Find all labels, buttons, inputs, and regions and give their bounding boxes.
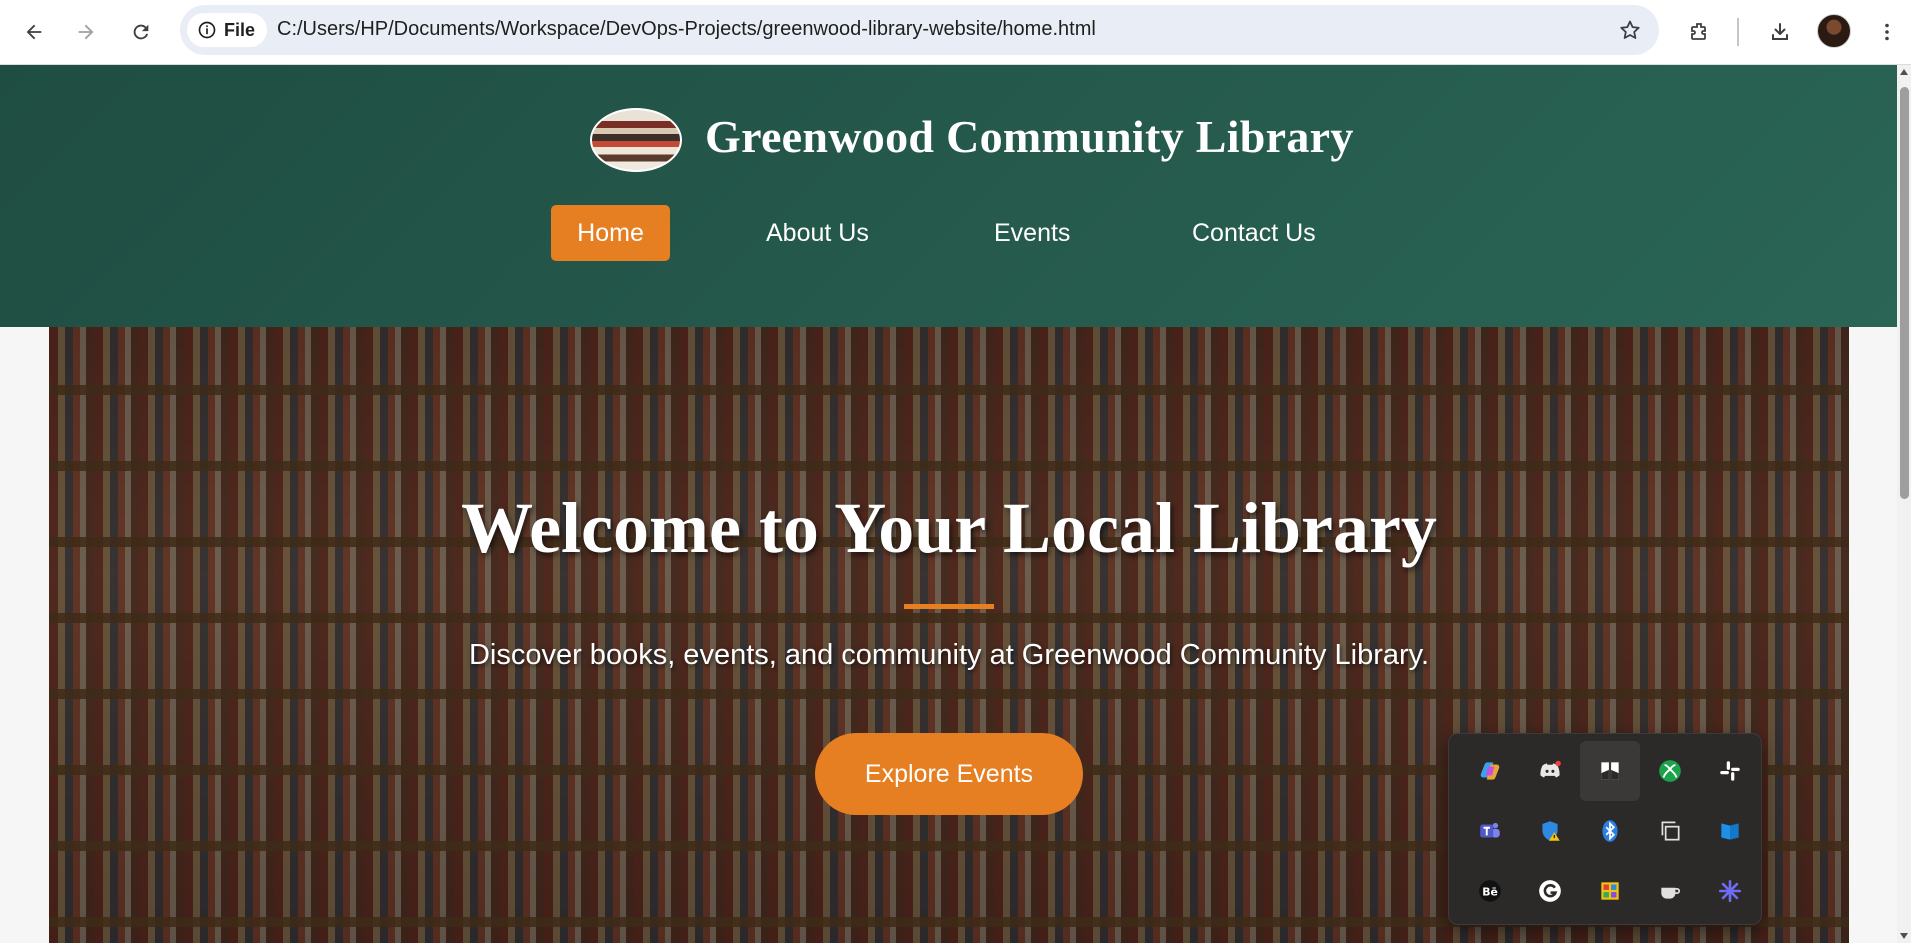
nav-events[interactable]: Events bbox=[994, 205, 1070, 261]
site-title: Greenwood Community Library bbox=[705, 111, 1354, 162]
nav-home[interactable]: Home bbox=[551, 205, 670, 261]
url-text[interactable]: C:/Users/HP/Documents/Workspace/DevOps-P… bbox=[277, 18, 1096, 41]
nav-contact-us[interactable]: Contact Us bbox=[1192, 205, 1316, 261]
site-header: Greenwood Community Library Home About U… bbox=[0, 65, 1897, 327]
extensions-button[interactable] bbox=[1680, 12, 1720, 52]
browser-toolbar: File C:/Users/HP/Documents/Workspace/Dev… bbox=[0, 0, 1911, 65]
explore-events-button[interactable]: Explore Events bbox=[815, 733, 1083, 815]
scroll-thumb[interactable] bbox=[1900, 87, 1909, 499]
bookmark-button[interactable] bbox=[1615, 15, 1645, 45]
behance-icon: Bē bbox=[1479, 880, 1501, 902]
teams-icon bbox=[1480, 822, 1500, 838]
tray-sparkle[interactable] bbox=[1700, 861, 1760, 921]
back-button[interactable] bbox=[14, 12, 54, 52]
info-icon bbox=[198, 21, 216, 39]
tray-onedrive[interactable] bbox=[1700, 801, 1760, 861]
forward-icon bbox=[78, 24, 94, 40]
library-logo[interactable] bbox=[590, 108, 682, 172]
xbox-icon bbox=[1659, 760, 1681, 782]
tray-grammarly[interactable] bbox=[1520, 861, 1580, 921]
tray-slack[interactable] bbox=[1700, 741, 1760, 801]
tray-bluetooth[interactable] bbox=[1580, 801, 1640, 861]
tray-coffee[interactable] bbox=[1640, 861, 1700, 921]
tray-discord[interactable] bbox=[1520, 741, 1580, 801]
defender-warning-icon bbox=[1542, 821, 1560, 841]
tray-teams[interactable] bbox=[1460, 801, 1520, 861]
bluetooth-icon bbox=[1602, 820, 1618, 842]
site-info-chip[interactable]: File bbox=[187, 13, 268, 47]
hero-divider bbox=[904, 604, 994, 609]
downloads-button[interactable] bbox=[1760, 12, 1800, 52]
copy-windows-icon bbox=[1661, 821, 1680, 841]
back-icon bbox=[26, 24, 42, 40]
toolbar-divider bbox=[1737, 18, 1739, 46]
scroll-down-arrow-icon[interactable] bbox=[1900, 933, 1908, 939]
discord-icon bbox=[1540, 760, 1561, 778]
nav-about-us[interactable]: About Us bbox=[766, 205, 869, 261]
profile-avatar[interactable] bbox=[1817, 14, 1851, 48]
file-label: File bbox=[224, 19, 256, 40]
notion-icon bbox=[1601, 762, 1619, 780]
hero-subtitle: Discover books, events, and community at… bbox=[468, 639, 1430, 671]
tray-notion[interactable] bbox=[1580, 741, 1640, 801]
tray-copy[interactable] bbox=[1640, 801, 1700, 861]
tray-xbox[interactable] bbox=[1640, 741, 1700, 801]
hero-title: Welcome to Your Local Library bbox=[461, 488, 1437, 568]
tray-defender[interactable] bbox=[1520, 801, 1580, 861]
onedrive-icon bbox=[1721, 823, 1739, 840]
more-vert-icon bbox=[1885, 23, 1889, 41]
address-bar[interactable]: File C:/Users/HP/Documents/Workspace/Dev… bbox=[180, 5, 1659, 55]
system-tray-overflow: Bē bbox=[1448, 733, 1762, 925]
download-icon bbox=[1772, 23, 1788, 40]
scroll-up-arrow-icon[interactable] bbox=[1900, 69, 1908, 75]
coffee-cup-icon bbox=[1661, 887, 1681, 899]
star-icon bbox=[1620, 20, 1640, 39]
page-scrollbar[interactable] bbox=[1897, 65, 1911, 943]
sparkle-icon bbox=[1718, 879, 1742, 903]
svg-text:Bē: Bē bbox=[1482, 885, 1498, 898]
menu-button[interactable] bbox=[1867, 12, 1907, 52]
forward-button[interactable] bbox=[66, 12, 106, 52]
copilot-icon bbox=[1480, 762, 1500, 780]
slack-icon bbox=[1720, 761, 1740, 781]
reload-icon bbox=[133, 24, 149, 40]
tray-color-picker[interactable] bbox=[1580, 861, 1640, 921]
reload-button[interactable] bbox=[121, 12, 161, 52]
color-picker-icon bbox=[1601, 882, 1619, 900]
grammarly-icon bbox=[1539, 880, 1561, 902]
tray-copilot[interactable] bbox=[1460, 741, 1520, 801]
extensions-icon bbox=[1691, 23, 1706, 40]
tray-behance[interactable]: Bē bbox=[1460, 861, 1520, 921]
